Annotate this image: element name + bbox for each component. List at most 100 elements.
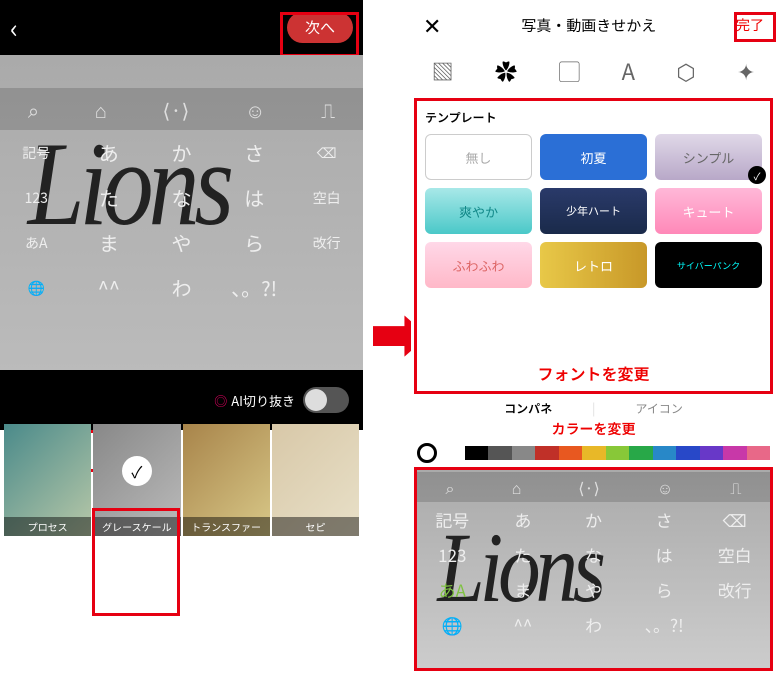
key[interactable]: わ (558, 607, 629, 642)
key[interactable]: 記号 (0, 130, 73, 175)
keyboard-preview: Lions ⌕ ⌂ ⟨·⟩ ☺ ⎍ 記号あかさ⌫123たなは空白あAまやら改行🌐… (0, 55, 363, 372)
key[interactable]: 、。?! (218, 265, 291, 310)
color-palette (417, 443, 770, 463)
template-無し[interactable]: 無し (425, 134, 532, 180)
key[interactable]: あA (0, 220, 73, 265)
key[interactable]: は (629, 537, 700, 572)
close-button[interactable]: ✕ (423, 9, 441, 41)
subtab-コンパネ[interactable]: コンパネ (504, 400, 552, 417)
template-サイバーパンク[interactable]: サイバーパンク (655, 242, 762, 288)
color-swatch[interactable] (723, 446, 747, 460)
color-swatch[interactable] (559, 446, 583, 460)
key[interactable]: た (488, 537, 559, 572)
code-icon[interactable]: ⟨·⟩ (578, 475, 599, 499)
color-swatch[interactable] (441, 446, 465, 460)
key[interactable]: あA (417, 572, 488, 607)
color-swatch[interactable] (488, 446, 512, 460)
key[interactable]: な (558, 537, 629, 572)
key[interactable]: ^^ (73, 265, 146, 310)
key[interactable]: あ (488, 502, 559, 537)
filter-プロセス[interactable]: プロセス (4, 424, 91, 536)
keyboard-keys: 記号あかさ⌫ 123たなは空白あAまやら改行 🌐^^わ、。?! (417, 502, 770, 642)
key[interactable]: 、。?! (629, 607, 700, 642)
mic-icon[interactable]: ⎍ (321, 95, 335, 124)
key[interactable]: わ (145, 265, 218, 310)
filter-セピ[interactable]: セピ (272, 424, 359, 536)
template-シンプル[interactable]: シンプル✓ (655, 134, 762, 180)
key[interactable]: あ (73, 130, 146, 175)
key[interactable]: 123 (417, 537, 488, 572)
key[interactable] (699, 607, 770, 642)
face-icon[interactable]: ☺ (657, 475, 673, 499)
search-icon[interactable]: ⌕ (28, 95, 39, 124)
back-button[interactable]: ‹ (10, 9, 18, 46)
key[interactable] (290, 265, 363, 310)
color-swatch[interactable] (676, 446, 700, 460)
filter-トランスファー[interactable]: トランスファー (183, 424, 270, 536)
key[interactable]: 記号 (417, 502, 488, 537)
blur-icon[interactable]: ▧ (432, 55, 454, 87)
key[interactable]: さ (218, 130, 291, 175)
sub-tabs: コンパネ|アイコン (411, 400, 776, 417)
category-row: ▧ ✿ ▢ A ⬡ ✦ (411, 50, 776, 92)
text-icon[interactable]: A (622, 55, 635, 87)
mic-icon[interactable]: ⎍ (730, 475, 741, 499)
search-icon[interactable]: ⌕ (446, 475, 455, 499)
key[interactable]: た (73, 175, 146, 220)
key[interactable]: 123 (0, 175, 73, 220)
template-爽やか[interactable]: 爽やか (425, 188, 532, 234)
template-ふわふわ[interactable]: ふわふわ (425, 242, 532, 288)
key[interactable]: や (145, 220, 218, 265)
template-初夏[interactable]: 初夏 (540, 134, 647, 180)
key[interactable]: か (145, 130, 218, 175)
shirt-icon[interactable]: ⌂ (95, 95, 107, 124)
key[interactable]: ^^ (488, 607, 559, 642)
ai-cutout-label: AI切り抜き (214, 391, 295, 410)
filter-screen: ‹ 次へ Lions ⌕ ⌂ ⟨·⟩ ☺ ⎍ 記号あかさ⌫123たなは空白あAま… (0, 0, 363, 660)
annotation-font-change: フォントを変更 (417, 361, 770, 385)
shield-icon[interactable]: ⬡ (676, 55, 695, 87)
code-icon[interactable]: ⟨·⟩ (163, 95, 190, 124)
key[interactable]: 🌐 (0, 265, 73, 310)
template-grid: 無し初夏シンプル✓ 爽やか少年ハートキュートふわふわレトロサイバーパンク (425, 134, 762, 288)
key[interactable]: ⌫ (290, 130, 363, 175)
color-swatch[interactable] (606, 446, 630, 460)
color-swatch[interactable] (700, 446, 724, 460)
template-少年ハート[interactable]: 少年ハート (540, 188, 647, 234)
color-swatch-selected[interactable] (417, 443, 437, 463)
highlight-selected-filter (92, 508, 180, 616)
color-swatch[interactable] (535, 446, 559, 460)
key[interactable]: ま (488, 572, 559, 607)
color-swatch[interactable] (629, 446, 653, 460)
key[interactable]: 空白 (290, 175, 363, 220)
color-swatch[interactable] (465, 446, 489, 460)
key[interactable]: ら (218, 220, 291, 265)
highlight-next (280, 12, 359, 57)
color-swatch[interactable] (653, 446, 677, 460)
font-icon[interactable]: ✿ (495, 55, 517, 87)
key[interactable]: 改行 (699, 572, 770, 607)
key[interactable]: 改行 (290, 220, 363, 265)
key[interactable]: 🌐 (417, 607, 488, 642)
template-レトロ[interactable]: レトロ (540, 242, 647, 288)
shape-icon[interactable]: ▢ (558, 55, 580, 87)
key[interactable]: さ (629, 502, 700, 537)
ai-cutout-toggle[interactable] (303, 387, 349, 413)
color-swatch[interactable] (747, 446, 771, 460)
shirt-icon[interactable]: ⌂ (512, 475, 522, 499)
key[interactable]: ま (73, 220, 146, 265)
subtab-アイコン[interactable]: アイコン (635, 400, 682, 417)
sparkle-icon[interactable]: ✦ (737, 55, 755, 87)
key[interactable]: ⌫ (699, 502, 770, 537)
key[interactable]: か (558, 502, 629, 537)
template-キュート[interactable]: キュート (655, 188, 762, 234)
key[interactable]: や (558, 572, 629, 607)
face-icon[interactable]: ☺ (245, 95, 265, 124)
key[interactable]: な (145, 175, 218, 220)
color-swatch[interactable] (512, 446, 536, 460)
color-swatch[interactable] (582, 446, 606, 460)
key[interactable]: ら (629, 572, 700, 607)
keyboard-keys: 記号あかさ⌫ 123たなは空白あAまやら改行 🌐^^わ、。?! (0, 130, 363, 310)
key[interactable]: 空白 (699, 537, 770, 572)
key[interactable]: は (218, 175, 291, 220)
